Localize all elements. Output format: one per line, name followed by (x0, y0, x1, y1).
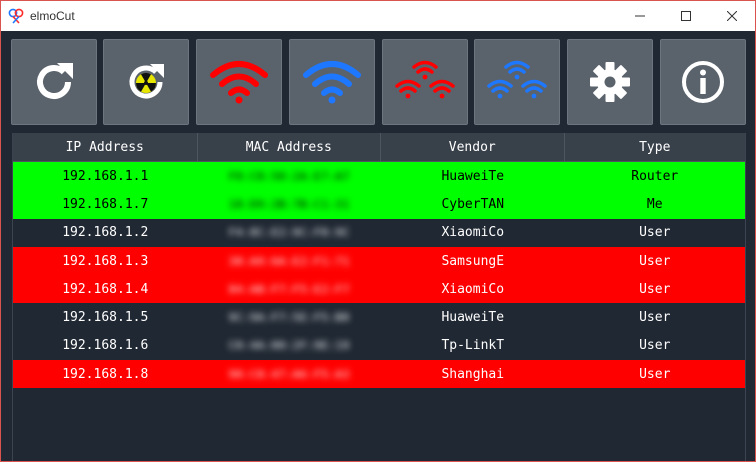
kill-all-button[interactable] (382, 39, 468, 125)
devices-table[interactable]: IP Address MAC Address Vendor Type 192.1… (12, 133, 746, 461)
unkill-all-button[interactable] (474, 39, 560, 125)
type-cell: User (639, 310, 671, 326)
ip-cell: 192.168.1.6 (62, 338, 149, 354)
mac-cell: 84:AB:F7:F5:E2:F7 (228, 282, 350, 296)
table-header: IP Address MAC Address Vendor Type (13, 133, 745, 162)
radiation-scan-icon (129, 64, 164, 99)
type-cell: Me (646, 196, 663, 212)
close-button[interactable] (709, 1, 755, 31)
type-cell: User (639, 338, 671, 354)
table-row[interactable]: 192.168.1.3 38:A9:6A:E2:F1:71 SamsungE User (13, 246, 745, 276)
type-cell: User (639, 366, 671, 382)
window-controls (617, 1, 755, 31)
title-bar[interactable]: elmoCut (1, 1, 755, 31)
table-row[interactable]: 192.168.1.2 F4:8C:E2:9C:F0:9C XiaomiCo User (13, 218, 745, 247)
refresh-icon (37, 63, 73, 99)
column-header-ip[interactable]: IP Address (13, 133, 198, 162)
gear-icon (590, 62, 630, 102)
maximize-button[interactable] (663, 1, 709, 31)
mac-cell: 18:D9:2B:7B:C1:31 (228, 197, 350, 211)
column-header-vendor[interactable]: Vendor (381, 133, 565, 162)
table-row[interactable]: 192.168.1.8 90:C8:47:A6:F5:A3 Shanghai User (13, 360, 745, 389)
app-logo-icon (8, 8, 24, 24)
vendor-cell: Shanghai (441, 366, 505, 382)
unkill-button[interactable] (289, 39, 375, 125)
table-row[interactable]: 192.168.1.6 C0:4A:00:2F:9E:19 Tp-LinkT User (13, 331, 745, 361)
scan-button[interactable] (103, 39, 189, 125)
ip-cell: 192.168.1.3 (62, 253, 149, 269)
type-cell: User (639, 253, 671, 269)
window-title: elmoCut (30, 9, 75, 23)
refresh-button[interactable] (11, 39, 97, 125)
wifi-red-icon (210, 61, 268, 104)
ip-cell: 192.168.1.1 (62, 168, 149, 184)
vendor-cell: SamsungE (441, 253, 505, 269)
table-body: 192.168.1.1 F0:C8:50:2A:E7:A7 HuaweiTe Rout… (13, 162, 745, 389)
vendor-cell: XiaomiCo (441, 225, 505, 241)
ip-cell: 192.168.1.8 (62, 366, 149, 382)
vendor-cell: HuaweiTe (441, 310, 505, 326)
toolbar (1, 31, 755, 131)
minimize-button[interactable] (617, 1, 663, 31)
type-cell: User (639, 281, 671, 297)
table-row[interactable]: 192.168.1.5 9C:9A:F7:5E:F5:B0 HuaweiTe User (13, 303, 745, 332)
app-window: elmoCut IP Address MAC Address Vendor Ty… (0, 0, 756, 462)
multi-wifi-blue-icon (487, 60, 547, 99)
ip-cell: 192.168.1.5 (62, 310, 149, 326)
vendor-cell: Tp-LinkT (441, 338, 505, 354)
ip-cell: 192.168.1.4 (62, 281, 149, 297)
mac-cell: F0:C8:50:2A:E7:A7 (228, 169, 350, 183)
vendor-cell: CyberTAN (441, 196, 505, 212)
type-cell: Router (631, 168, 679, 184)
mac-cell: F4:8C:E2:9C:F0:9C (228, 226, 350, 240)
ip-cell: 192.168.1.7 (62, 196, 149, 212)
mac-cell: 38:A9:6A:E2:F1:71 (228, 254, 350, 268)
table-row[interactable]: 192.168.1.1 F0:C8:50:2A:E7:A7 HuaweiTe Rout… (13, 162, 745, 191)
maximize-icon (681, 11, 691, 21)
kill-button[interactable] (196, 39, 282, 125)
table-row[interactable]: 192.168.1.7 18:D9:2B:7B:C1:31 CyberTAN Me (13, 190, 745, 219)
mac-cell: 90:C8:47:A6:F5:A3 (228, 367, 350, 381)
info-icon (682, 61, 724, 103)
vendor-cell: HuaweiTe (441, 168, 505, 184)
about-button[interactable] (660, 39, 746, 125)
column-header-type[interactable]: Type (564, 133, 745, 162)
close-icon (727, 11, 737, 21)
table-row[interactable]: 192.168.1.4 84:AB:F7:F5:E2:F7 XiaomiCo User (13, 275, 745, 304)
vendor-cell: XiaomiCo (441, 281, 505, 297)
settings-button[interactable] (567, 39, 653, 125)
multi-wifi-red-icon (395, 60, 455, 99)
mac-cell: C0:4A:00:2F:9E:19 (228, 339, 350, 353)
column-header-mac[interactable]: MAC Address (197, 133, 381, 162)
minimize-icon (635, 15, 645, 17)
type-cell: User (639, 225, 671, 241)
wifi-blue-icon (303, 61, 361, 104)
ip-cell: 192.168.1.2 (62, 225, 149, 241)
mac-cell: 9C:9A:F7:5E:F5:B0 (228, 311, 350, 325)
